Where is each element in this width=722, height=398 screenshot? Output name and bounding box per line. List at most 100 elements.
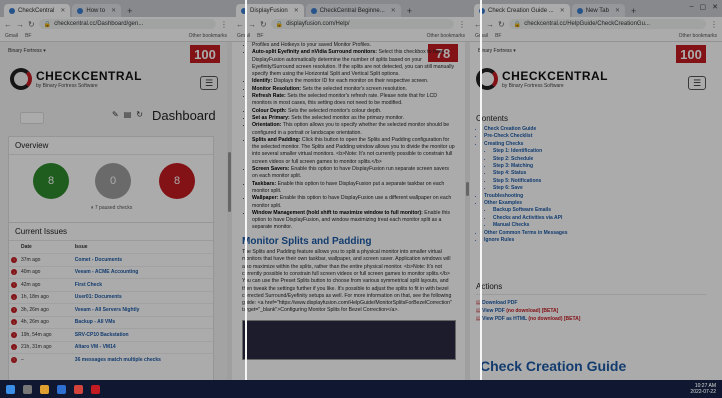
document-icon[interactable]: ▤ (124, 110, 132, 119)
checkcentral-logo[interactable]: CHECKCENTRAL by Binary Fortress Software (10, 68, 142, 90)
tab-how-to[interactable]: How to ✕ (72, 4, 122, 17)
toc-link[interactable]: Check Creation Guide (484, 126, 706, 133)
toc-link[interactable]: Manual Checks (493, 222, 706, 229)
toc-link[interactable]: Step 4: Status (493, 170, 706, 177)
edit-icon[interactable]: ✎ (112, 110, 119, 119)
search-icon[interactable] (23, 384, 32, 394)
toc-link[interactable]: Checks and Activities via API (493, 215, 706, 222)
url-field[interactable]: 🔒 checkcentral.cc/HelpGuide/CheckCreation… (508, 19, 706, 29)
bookmark-gmail[interactable]: Gmail (5, 33, 18, 39)
back-icon[interactable]: ← (4, 20, 12, 29)
menu-dots-icon[interactable]: ⋮ (458, 20, 466, 29)
scroll-thumb[interactable] (466, 182, 469, 196)
forward-icon[interactable]: → (486, 20, 494, 29)
close-tab-icon[interactable]: ✕ (391, 7, 396, 14)
new-tab-button[interactable]: + (627, 4, 640, 17)
minimize-icon[interactable]: – (690, 3, 694, 11)
toc-link[interactable]: Creating Checks (484, 141, 706, 148)
edge-icon[interactable] (57, 384, 66, 394)
close-window-icon[interactable]: ✕ (712, 3, 718, 11)
system-tray-clock[interactable]: 10:27 AM 2022-07-22 (690, 383, 716, 395)
reload-icon[interactable]: ↻ (28, 20, 35, 29)
menu-dots-icon[interactable]: ⋮ (710, 20, 718, 29)
hamburger-menu-button[interactable]: ☰ (688, 76, 706, 90)
bookmark-gmail[interactable]: Gmail (237, 33, 250, 39)
failed-count-circle[interactable]: 8 (159, 163, 195, 199)
action-link[interactable]: ▤ Download PDF (476, 299, 706, 307)
action-link[interactable]: ▤ View PDF as HTML (no download) [BETA] (476, 315, 706, 323)
scroll-thumb[interactable] (228, 152, 231, 212)
action-link[interactable]: ▤ View PDF (no download) [BETA] (476, 307, 706, 315)
table-row[interactable]: ! 37m ago Comet - Documents (9, 253, 213, 266)
forward-icon[interactable]: → (248, 20, 256, 29)
issue-link[interactable]: SRV-CP10 Backstation (72, 328, 213, 341)
ok-count-circle[interactable]: 8 (33, 163, 69, 199)
toc-link[interactable]: Troubleshooting (484, 193, 706, 200)
table-row[interactable]: ! –36 messages match multiple checks (9, 353, 213, 366)
paused-note[interactable]: ⏸ 7 paused checks (91, 205, 132, 211)
toc-link[interactable]: Step 1: Identification (493, 148, 706, 155)
other-bookmarks[interactable]: Other bookmarks (189, 33, 227, 39)
issue-link[interactable]: First Check (72, 278, 213, 291)
start-icon[interactable] (6, 384, 15, 394)
issue-link[interactable]: Veeam - ACME Accounting (72, 265, 213, 279)
table-row[interactable]: ! 21h, 31m ago Altaro VM - VM14 (9, 340, 213, 354)
close-tab-icon[interactable]: ✕ (111, 7, 116, 14)
list-item: Orientation: This option allows you to s… (252, 122, 456, 137)
close-tab-icon[interactable]: ✕ (615, 7, 620, 14)
table-row[interactable]: ! 42m ago First Check (9, 278, 213, 291)
new-tab-button[interactable]: + (403, 4, 416, 17)
refresh-icon[interactable]: ↻ (136, 110, 143, 119)
reload-icon[interactable]: ↻ (260, 20, 267, 29)
toc-link[interactable]: Step 6: Save (493, 185, 706, 192)
issue-link[interactable]: User01: Documents (72, 290, 213, 304)
hamburger-menu-button[interactable]: ☰ (200, 76, 218, 90)
forward-icon[interactable]: → (16, 20, 24, 29)
issue-link[interactable]: Comet - Documents (72, 253, 213, 266)
file-explorer-icon[interactable] (40, 384, 49, 394)
toc-link[interactable]: Ignore Rules (484, 237, 706, 244)
error-indicator-icon: ! (11, 344, 17, 350)
back-icon[interactable]: ← (236, 20, 244, 29)
tab-checkcentral[interactable]: CheckCentral ✕ (4, 4, 71, 17)
toc-link[interactable]: Other Examples (484, 200, 706, 207)
close-tab-icon[interactable]: ✕ (560, 7, 565, 14)
close-tab-icon[interactable]: ✕ (294, 7, 299, 14)
paused-count-circle[interactable]: 0 (95, 163, 131, 199)
url-field[interactable]: 🔒 displayfusion.com/Help/ (270, 19, 454, 29)
new-tab-button[interactable]: + (123, 4, 136, 17)
org-selector[interactable]: Binary Fortress ▾ (478, 48, 516, 54)
reload-icon[interactable]: ↻ (498, 20, 505, 29)
toc-link[interactable]: Pre-Check Checklist (484, 133, 706, 140)
checkcentral-app-icon[interactable] (91, 384, 100, 394)
bookmark-bf[interactable]: BF (495, 33, 501, 39)
issue-link[interactable]: Veeam - All Servers Nightly (72, 303, 213, 316)
other-bookmarks[interactable]: Other bookmarks (679, 33, 717, 39)
close-tab-icon[interactable]: ✕ (60, 7, 65, 14)
tab-checkcentral-beginner[interactable]: CheckCentral Beginne... ✕ (305, 4, 401, 17)
checkcentral-logo[interactable]: CHECKCENTRAL by Binary Fortress Software (476, 68, 608, 90)
table-row[interactable]: ! 3h, 26m ago Veeam - All Servers Nightly (9, 303, 213, 316)
tab-new-tab[interactable]: New Tab ✕ (571, 4, 626, 17)
toc-link[interactable]: Backup Software Emails (493, 207, 706, 214)
org-selector[interactable]: Binary Fortress ▾ (8, 48, 46, 54)
table-row[interactable]: ! 1h, 18m ago User01: Documents (9, 290, 213, 304)
chrome-icon[interactable] (74, 384, 83, 394)
toc-link[interactable]: Other Common Terms in Messages (484, 230, 706, 237)
menu-dots-icon[interactable]: ⋮ (220, 20, 228, 29)
bookmark-bf[interactable]: BF (257, 33, 263, 39)
toc-link[interactable]: Step 3: Matching (493, 163, 706, 170)
issue-link[interactable]: Altaro VM - VM14 (72, 340, 213, 354)
bookmark-bf[interactable]: BF (25, 33, 31, 39)
tab-check-creation-guide[interactable]: Check Creation Guide ... ✕ (474, 4, 570, 17)
issue-link[interactable]: Backup - All VMs (72, 315, 213, 329)
toc-link[interactable]: Step 5: Notifications (493, 178, 706, 185)
table-row[interactable]: ! 40m ago Veeam - ACME Accounting (9, 265, 213, 279)
issue-link[interactable]: 36 messages match multiple checks (72, 353, 213, 366)
other-bookmarks[interactable]: Other bookmarks (427, 33, 465, 39)
url-field[interactable]: 🔒 checkcentral.cc/Dashboard/gen... (38, 19, 216, 29)
table-row[interactable]: ! 4h, 26m ago Backup - All VMs (9, 315, 213, 329)
toc-link[interactable]: Step 2: Schedule (493, 156, 706, 163)
maximize-icon[interactable]: ▢ (700, 3, 707, 11)
table-row[interactable]: ! 19h, 54m ago SRV-CP10 Backstation (9, 328, 213, 341)
